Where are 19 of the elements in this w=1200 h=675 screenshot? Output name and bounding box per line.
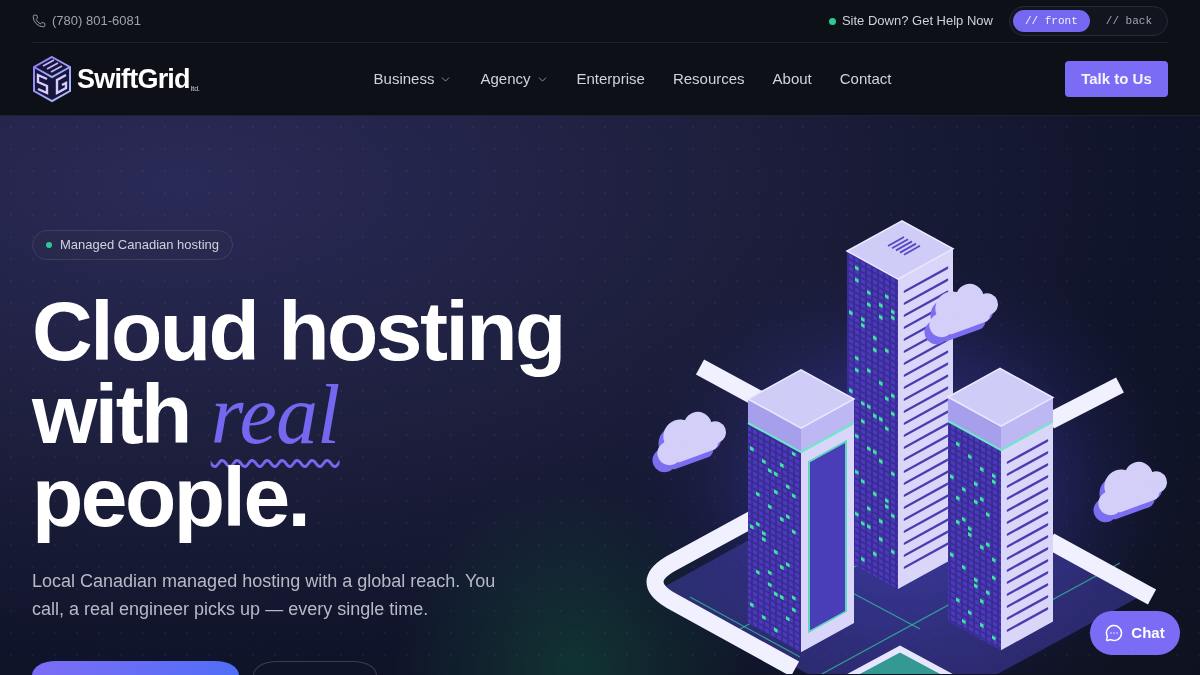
nav-link[interactable]: Resources [672, 67, 745, 91]
logo-wordmark: SwiftGrid [77, 65, 190, 93]
talk-to-us-button[interactable]: Talk to Us [1065, 61, 1168, 97]
badge-text: Managed Canadian hosting [60, 236, 219, 255]
chat-bubble-icon [1105, 624, 1124, 642]
toggle-tab[interactable]: // back [1093, 10, 1164, 32]
help-link[interactable]: Site Down? Get Help Now [841, 11, 993, 31]
phone-icon [32, 14, 46, 28]
cube-logo-icon [32, 55, 72, 103]
phone-number: (780) 801-6081 [52, 12, 141, 31]
nav-link[interactable]: Enterprise [576, 67, 645, 91]
nav-link[interactable]: About [772, 67, 812, 91]
toggle-tab[interactable]: // front [1012, 10, 1090, 32]
nav-link[interactable]: Contact [839, 67, 892, 91]
nav-link[interactable]: Agency [480, 67, 549, 91]
primary-button[interactable] [32, 661, 239, 675]
chat-button[interactable]: Chat [1090, 611, 1180, 655]
hero-subtitle: Local Canadian managed hosting with a global reach. You call, a real engineer picks up — every single time. [32, 570, 497, 621]
nav-link[interactable]: Business [373, 67, 453, 91]
